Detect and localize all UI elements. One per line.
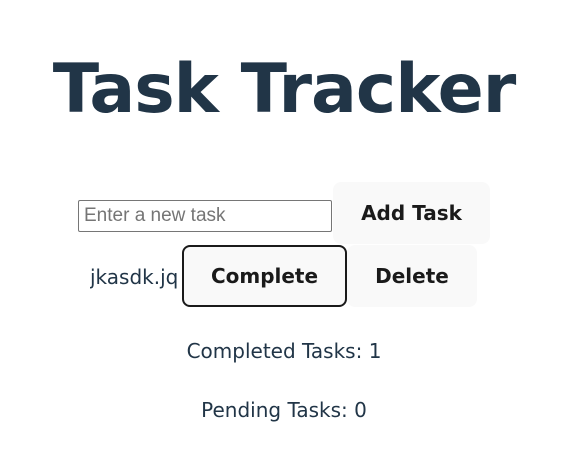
completed-tasks-count: Completed Tasks: 1 [186, 339, 382, 363]
add-task-button[interactable]: Add Task [333, 182, 490, 244]
pending-tasks-count: Pending Tasks: 0 [201, 398, 367, 422]
delete-task-button[interactable]: Delete [347, 245, 477, 307]
complete-task-button[interactable]: Complete [182, 245, 347, 307]
task-text: jkasdk.jq [90, 265, 179, 289]
new-task-input[interactable] [78, 200, 332, 232]
task-item: jkasdk.jq [90, 262, 182, 292]
page-title: Task Tracker [52, 50, 517, 129]
